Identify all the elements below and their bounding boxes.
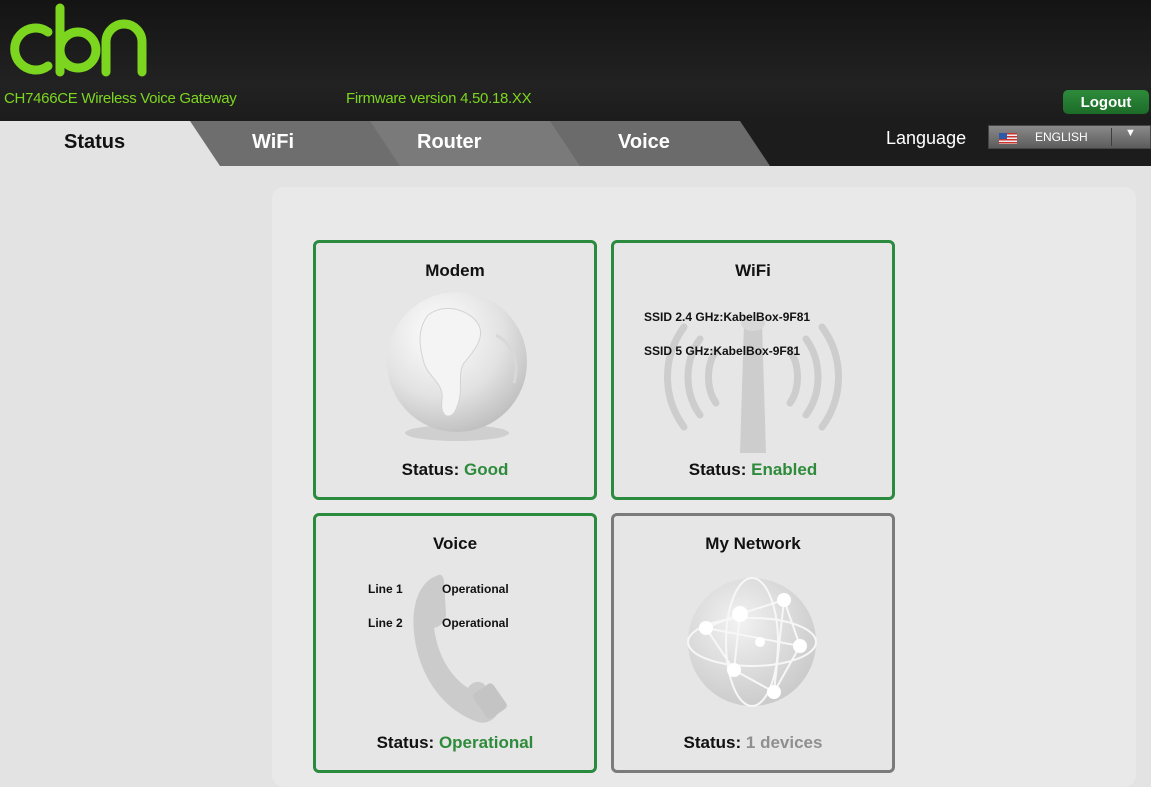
tab-status[interactable]: Status [0,121,210,166]
tab-status-label: Status [64,131,126,153]
antenna-icon [664,315,842,453]
language-select[interactable]: ENGLISH ▼ [988,125,1151,149]
top-bar: CH7466CE Wireless Voice Gateway Firmware… [0,0,1151,121]
voice-line-1-name: Line 1 [368,582,403,596]
network-status-label: Status: [683,733,742,752]
modem-card[interactable]: Modem Status: Good [313,240,597,500]
tab-router-label: Router [417,131,482,153]
wifi-status-label: Status: [688,460,747,479]
voice-status-label: Status: [376,733,435,752]
tab-voice-label: Voice [618,131,670,153]
network-globe-icon [687,577,817,707]
globe-icon [387,292,527,441]
network-card-title: My Network [705,534,801,553]
language-select-divider [1111,128,1112,146]
voice-line-1-state: Operational [442,582,509,596]
wifi-status: Status: Enabled [614,460,892,480]
language-label: Language [886,128,967,148]
modem-card-title: Modem [425,261,485,280]
device-model: CH7466CE Wireless Voice Gateway [4,90,237,107]
us-flag-icon [999,133,1017,144]
voice-status: Status: Operational [316,733,594,753]
voice-card-title: Voice [432,534,478,553]
language-selected-value: ENGLISH [1035,130,1088,144]
chevron-down-icon[interactable]: ▼ [1125,127,1136,139]
voice-line-2-state: Operational [442,616,509,630]
phone-handset-icon [413,574,507,723]
firmware-version: Firmware version 4.50.18.XX [346,90,532,107]
tab-wifi-label: WiFi [252,131,295,153]
wifi-card-title: WiFi [735,261,771,280]
network-status-value: 1 devices [745,733,823,752]
modem-status-value: Good [463,460,509,479]
voice-line-2-name: Line 2 [368,616,403,630]
tab-router[interactable]: Router [385,121,575,166]
modem-status: Status: Good [316,460,594,480]
modem-status-label: Status: [401,460,460,479]
voice-card[interactable]: Voice Line 1 Operational Line 2 Operatio… [313,513,597,773]
wifi-ssid-24: SSID 2.4 GHz:KabelBox-9F81 [644,310,811,324]
wifi-card[interactable]: WiFi SSID 2.4 GHz:KabelBox-9F81 SSID 5 G… [611,240,895,500]
tab-wifi[interactable]: WiFi [210,121,390,166]
cbn-logo [10,3,147,77]
tab-bar: Status WiFi Router Voice Language ENGLIS… [0,121,1151,166]
wifi-status-value: Enabled [751,460,818,479]
tab-voice[interactable]: Voice [570,121,770,166]
wifi-ssid-5: SSID 5 GHz:KabelBox-9F81 [644,344,801,358]
logout-button[interactable]: Logout [1063,90,1149,114]
network-status: Status: 1 devices [614,733,892,753]
status-panel: Modem Status: Good WiFi SSID 2.4 GHz:Kab… [272,187,1136,787]
voice-status-value: Operational [438,733,534,752]
network-card[interactable]: My Network Status: 1 devices [611,513,895,773]
